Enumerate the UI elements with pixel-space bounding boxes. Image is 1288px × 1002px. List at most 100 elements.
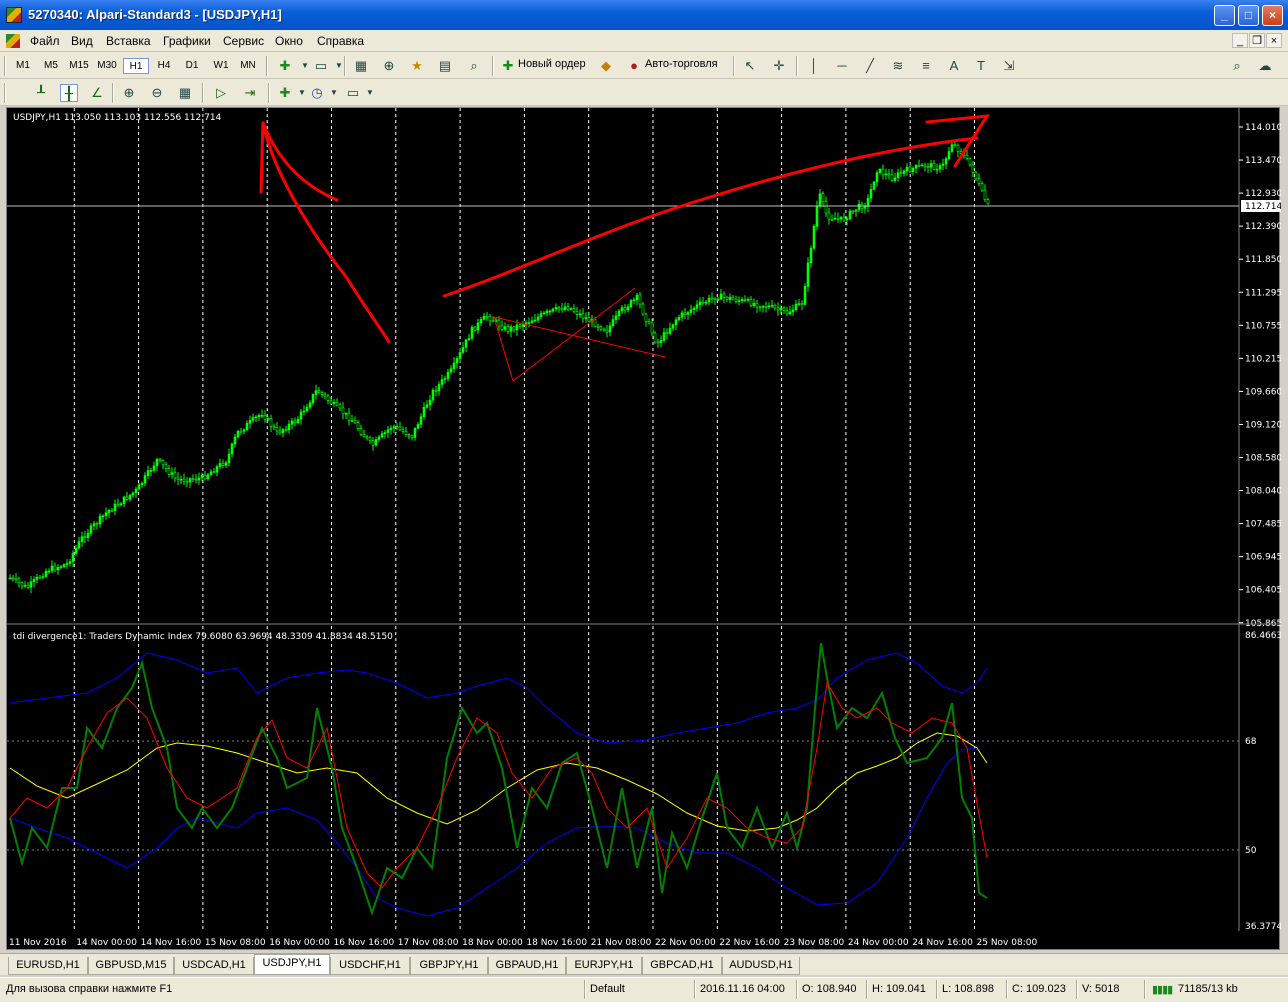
bar-chart-icon[interactable]: ┸ [32,84,50,102]
crosshair-tool-icon[interactable]: ✛ [770,57,788,75]
templates-icon[interactable]: ▭ [344,84,362,102]
chart-window-icon[interactable] [6,34,20,48]
candle-body [641,303,645,315]
meta-editor-icon[interactable]: ◆ [597,57,615,75]
candle-body [617,310,621,317]
periods-icon[interactable]: ◷ [308,84,326,102]
terminal-icon[interactable]: ▤ [436,57,454,75]
candle-body [392,426,396,429]
profiles-icon[interactable]: ▭ [312,57,330,75]
tab-gbpjpy-h1[interactable]: GBPJPY,H1 [410,957,488,975]
tester-icon[interactable]: ⌕ [465,57,483,75]
candle-body [614,315,618,320]
minimize-button[interactable]: _ [1214,5,1235,26]
text-icon[interactable]: A [945,57,963,75]
channel-icon[interactable]: ≋ [889,57,907,75]
menu-help[interactable]: Справка [317,34,364,48]
mdi-minimize-button[interactable]: _ [1232,33,1248,48]
candle-body [950,144,954,152]
zoom-out-icon[interactable]: ⊖ [148,84,166,102]
candle-body [362,434,366,437]
candle-body [320,392,324,395]
mdi-restore-button[interactable]: ❐ [1249,33,1265,48]
line-chart-icon[interactable]: ∠ [88,84,106,102]
tab-eurjpy-h1[interactable]: EURJPY,H1 [566,957,642,975]
indicators-icon[interactable]: ✚ [276,84,294,102]
tf-h4[interactable]: H4 [151,58,177,74]
candle-body [563,306,567,311]
maximize-button[interactable]: □ [1238,5,1259,26]
candle-body [179,478,183,481]
new-order-icon[interactable]: ✚ [499,57,517,75]
candle-body [419,416,423,425]
tf-mn[interactable]: MN [235,58,261,74]
candle-body [479,319,483,324]
candle-body [77,541,81,549]
menu-insert[interactable]: Вставка [106,34,151,48]
candles-icon[interactable]: ╂ [60,84,78,102]
autotrading-button[interactable]: Авто-торговля [645,58,718,70]
menu-tools[interactable]: Сервис [223,34,264,48]
candle-body [818,193,822,207]
periods-dropdown-icon[interactable]: ▼ [325,84,343,102]
zoom-in-icon[interactable]: ⊕ [120,84,138,102]
candle-body [569,308,573,310]
trendline-icon[interactable]: ╱ [861,57,879,75]
cursor-icon[interactable]: ↖ [741,57,759,75]
menu-file[interactable]: Файл [30,34,60,48]
tab-audusd-h1[interactable]: AUDUSD,H1 [722,957,800,975]
templates-dropdown-icon[interactable]: ▼ [361,84,379,102]
tf-h1[interactable]: H1 [123,58,149,74]
tab-usdchf-h1[interactable]: USDCHF,H1 [330,957,410,975]
close-button[interactable]: × [1262,5,1283,26]
menu-window[interactable]: Окно [275,34,303,48]
market-watch-icon[interactable]: ▦ [352,57,370,75]
candle-body [44,570,48,577]
crosshair-icon[interactable]: ⊕ [380,57,398,75]
tile-icon[interactable]: ▦ [176,84,194,102]
tab-usdcad-h1[interactable]: USDCAD,H1 [174,957,254,975]
chat-icon[interactable]: ☁ [1256,57,1274,75]
menu-charts[interactable]: Графики [163,34,211,48]
tf-w1[interactable]: W1 [208,58,234,74]
candle-body [185,480,189,483]
label-icon[interactable]: T [972,57,990,75]
candle-body [341,407,345,415]
candle-body [596,325,600,328]
horizontal-line-icon[interactable]: ─ [833,57,851,75]
candle-body [749,299,753,306]
tab-eurusd-h1[interactable]: EURUSD,H1 [8,957,88,975]
tf-m1[interactable]: M1 [10,58,36,74]
autotrading-icon[interactable]: ● [625,57,643,75]
chart-window[interactable]: USDJPY,H1 113.050 113.103 112.556 112.71… [6,107,1281,951]
candle-body [974,172,978,179]
fibo-icon[interactable]: ≡ [917,57,935,75]
tab-usdjpy-h1[interactable]: USDJPY,H1 [254,954,330,975]
new-chart-icon[interactable]: ✚ [276,57,294,75]
tf-m5[interactable]: M5 [38,58,64,74]
candle-body [533,319,537,322]
candle-body [806,262,810,287]
candle-body [41,576,45,578]
tab-gbpcad-h1[interactable]: GBPCAD,H1 [642,957,722,975]
arrows-icon[interactable]: ⇲ [1000,57,1018,75]
new-order-button[interactable]: Новый ордер [518,58,586,70]
search-icon[interactable]: ⌕ [1228,57,1246,75]
chart-shift-icon[interactable]: ⇥ [241,84,259,102]
menu-view[interactable]: Вид [71,34,93,48]
tf-m30[interactable]: M30 [94,58,120,74]
mdi-close-button[interactable]: × [1266,33,1282,48]
chart-canvas[interactable]: USDJPY,H1 113.050 113.103 112.556 112.71… [7,108,1281,951]
tab-gbpusd-m15[interactable]: GBPUSD,M15 [88,957,174,975]
tf-m15[interactable]: M15 [66,58,92,74]
candle-body [20,582,24,587]
autoscroll-icon[interactable]: ▷ [212,84,230,102]
vertical-line-icon[interactable]: │ [805,57,823,75]
candle-body [53,565,57,571]
tab-gbpaud-h1[interactable]: GBPAUD,H1 [488,957,566,975]
current-price-label: 112.714 [1245,202,1281,212]
candle-body [383,432,387,434]
favorites-icon[interactable]: ★ [408,57,426,75]
tf-d1[interactable]: D1 [179,58,205,74]
candle-body [839,216,843,219]
